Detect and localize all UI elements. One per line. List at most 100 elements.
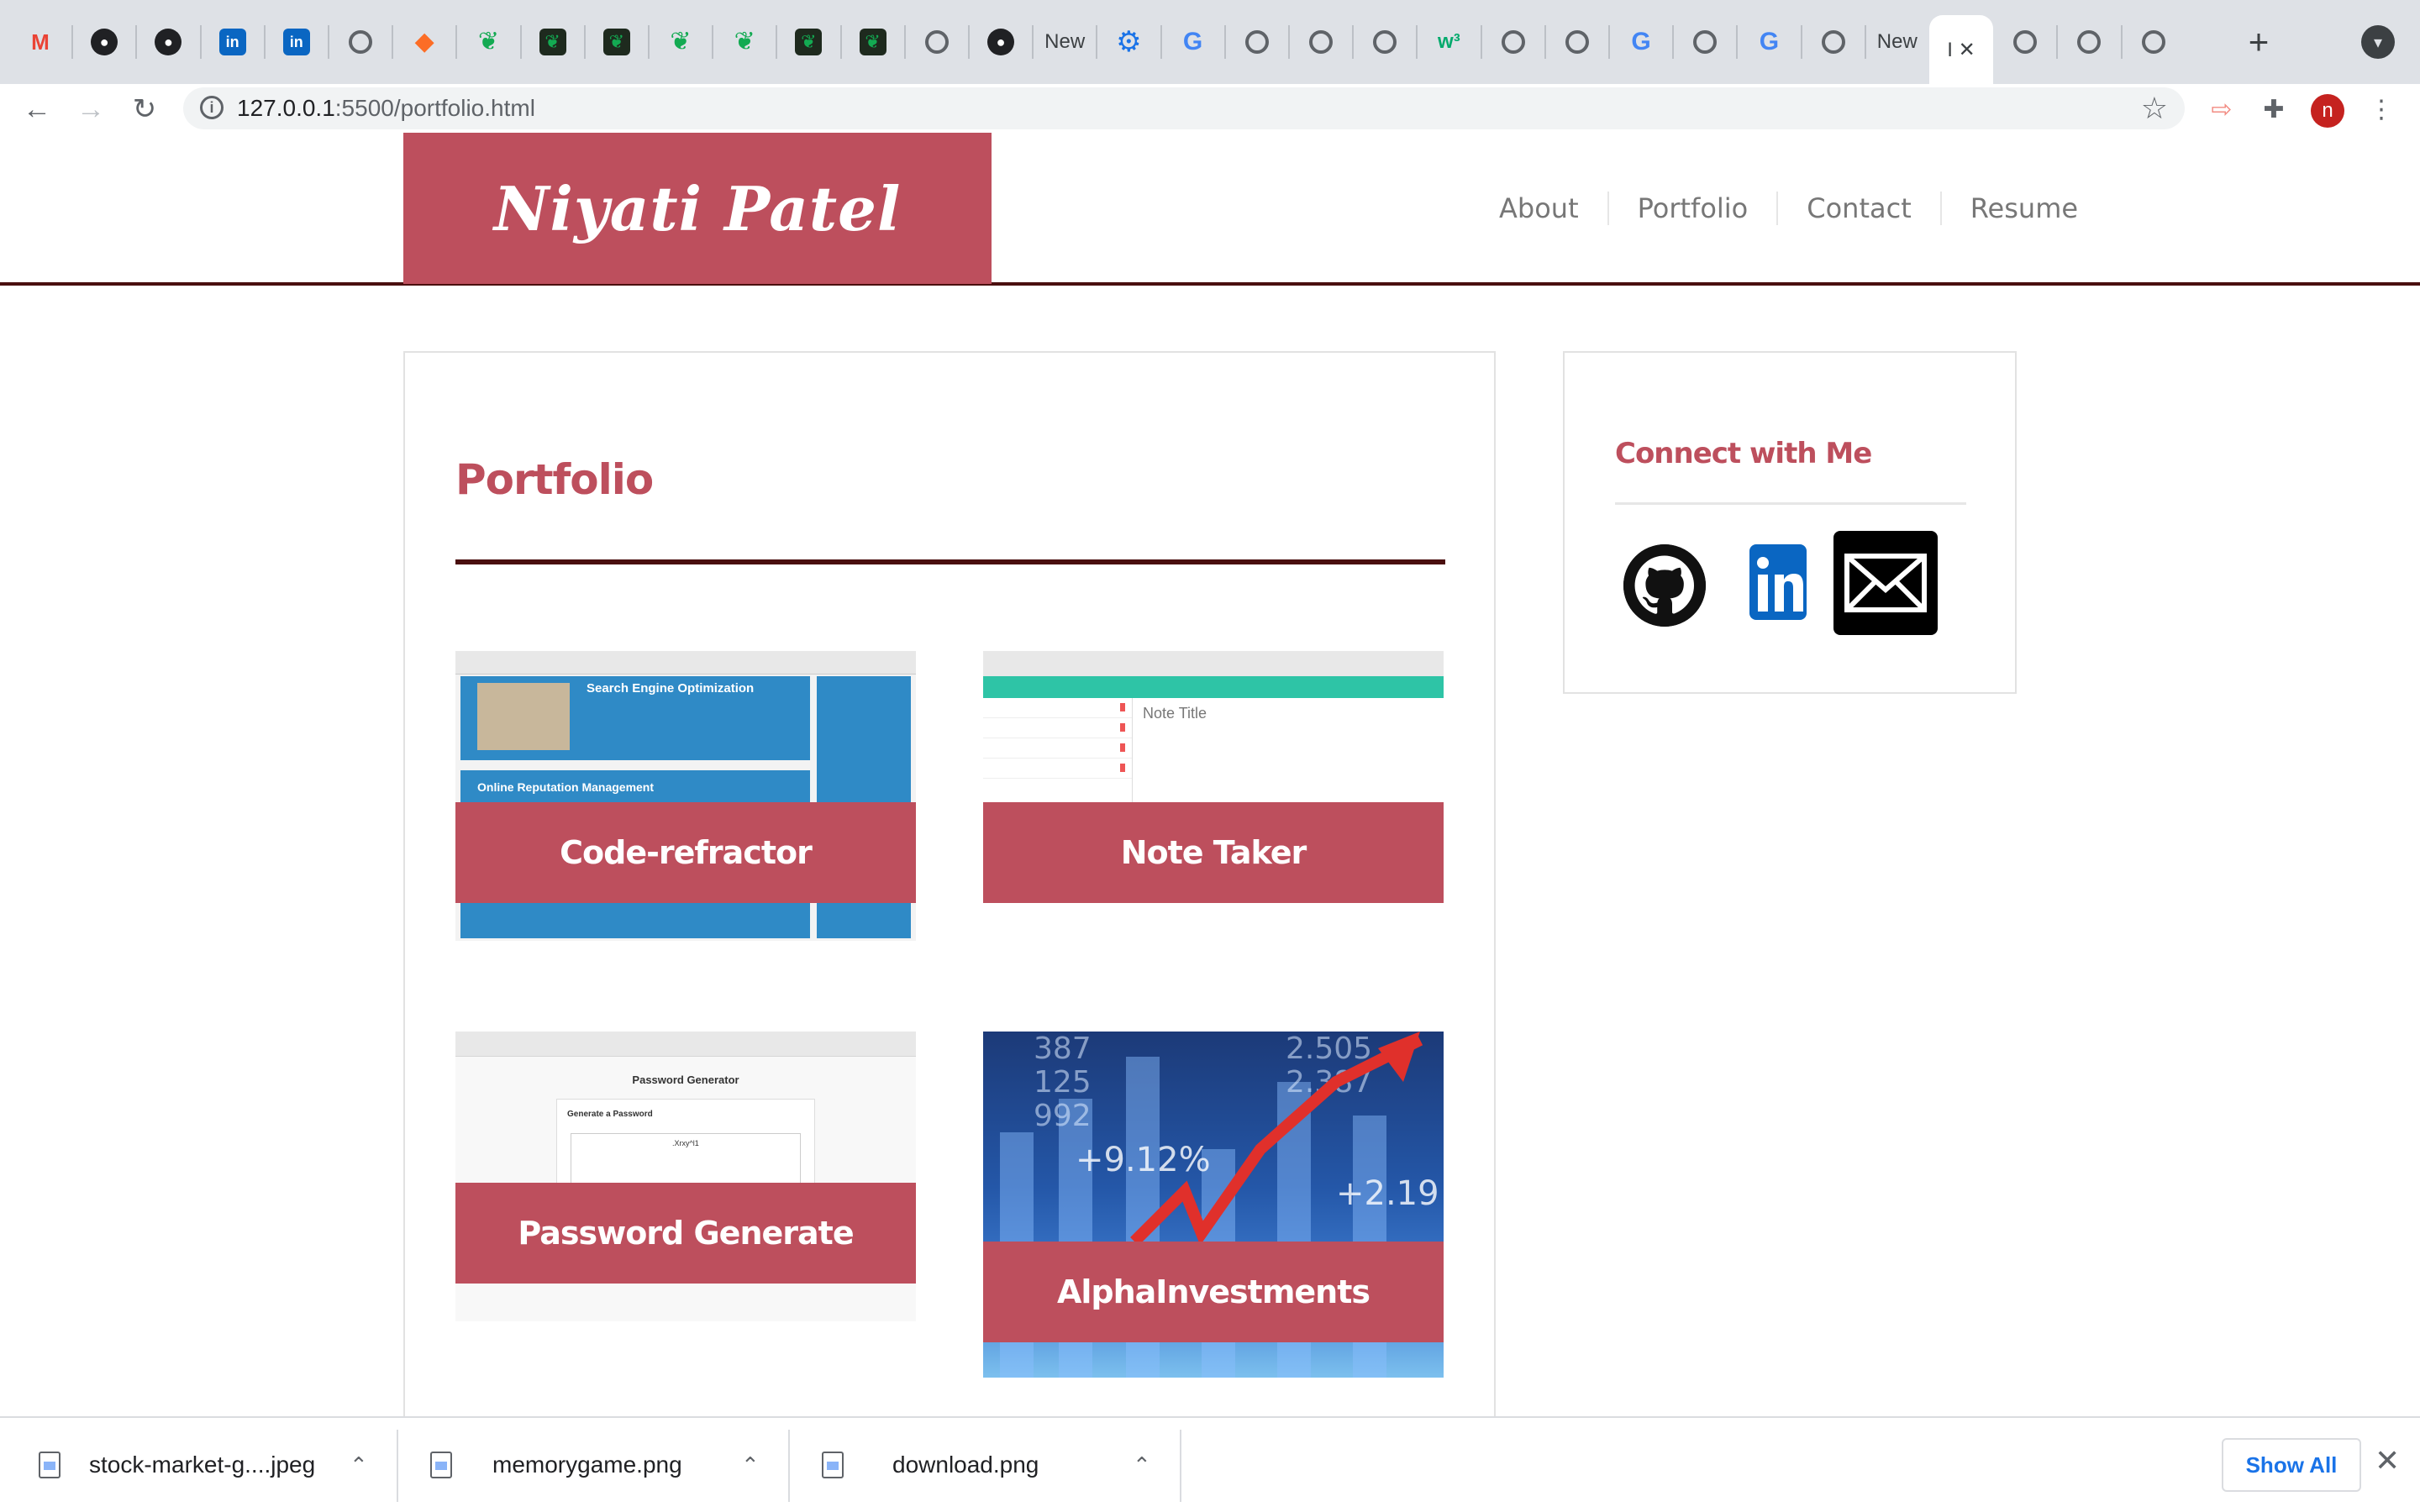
site-info-icon[interactable]: i (200, 96, 224, 119)
browser-tab[interactable] (1993, 10, 2057, 74)
bookmark-star-icon[interactable]: ☆ (2141, 91, 2168, 126)
browser-tab[interactable]: G (1737, 10, 1801, 74)
tab-divider (199, 25, 202, 59)
project-card-alphainvestments[interactable]: 387 125 992 2.505 2.387 +9.12% +2.19 Alp… (983, 1032, 1444, 1378)
close-icon[interactable]: ✕ (2375, 1443, 2400, 1478)
file-icon (39, 1452, 60, 1478)
back-arrow-icon[interactable]: ← (18, 91, 55, 128)
sidebar-divider (1615, 502, 1966, 505)
browser-tab[interactable] (1481, 10, 1545, 74)
main-nav: About Portfolio Contact Resume (1470, 183, 2107, 234)
chevron-up-icon[interactable]: ⌃ (350, 1452, 368, 1478)
site-logo[interactable]: Niyati Patel (403, 133, 992, 284)
forward-arrow-icon[interactable]: → (72, 91, 109, 128)
browser-tab[interactable]: New (1865, 10, 1929, 74)
browser-tab[interactable]: ◆ (392, 10, 456, 74)
github-icon[interactable] (1623, 544, 1706, 627)
browser-tab[interactable]: ⚙ (1097, 10, 1160, 74)
show-all-button[interactable]: Show All (2222, 1438, 2361, 1492)
nav-resume[interactable]: Resume (1939, 192, 2107, 225)
profile-avatar[interactable]: n (2311, 94, 2344, 128)
download-item[interactable]: memorygame.png ⌃ (430, 1418, 766, 1512)
tab-search-icon[interactable]: ▾ (2361, 25, 2395, 59)
browser-tab[interactable] (1225, 10, 1289, 74)
download-filename: download.png (892, 1452, 1039, 1478)
reload-icon[interactable]: ↻ (126, 91, 163, 128)
divider (397, 1430, 398, 1502)
browser-tab[interactable] (2122, 10, 2186, 74)
browser-tab[interactable]: ● (136, 10, 200, 74)
mongodb-dark-icon: ❦ (859, 29, 886, 55)
address-bar[interactable]: i 127.0.0.1:5500/portfolio.html ☆ (183, 87, 2185, 129)
browser-tab[interactable]: ❦ (776, 10, 840, 74)
nav-contact[interactable]: Contact (1776, 192, 1940, 225)
nav-about[interactable]: About (1470, 192, 1607, 225)
globe-icon (1244, 30, 1269, 54)
browser-tab[interactable]: ❦ (649, 10, 713, 74)
browser-tab[interactable] (2057, 10, 2121, 74)
browser-tab[interactable]: ❦ (841, 10, 905, 74)
github-icon: ● (91, 29, 118, 55)
linkedin-mark (1749, 544, 1807, 620)
browser-tab[interactable]: M (8, 10, 72, 74)
browser-tab[interactable]: ❦ (456, 10, 520, 74)
envelope-mark (1844, 554, 1927, 612)
download-item[interactable]: download.png ⌃ (822, 1418, 1158, 1512)
browser-tab[interactable] (1289, 10, 1353, 74)
browser-tab[interactable] (1802, 10, 1865, 74)
tab-divider (1288, 25, 1290, 59)
browser-tab[interactable]: G (1609, 10, 1673, 74)
thumb-navbar (983, 676, 1444, 698)
thumb-title: Password Generator (632, 1074, 739, 1086)
browser-tab[interactable]: G (1161, 10, 1225, 74)
browser-tab[interactable]: ❦ (585, 10, 649, 74)
google-icon: G (1182, 28, 1203, 55)
browser-tab[interactable]: I ✕ (1929, 15, 1993, 84)
project-card-code-refractor[interactable]: Search Engine Optimization Online Reputa… (455, 651, 916, 941)
chevron-up-icon[interactable]: ⌃ (1133, 1452, 1151, 1478)
tab-divider (1032, 25, 1034, 59)
thumb-note-row (983, 698, 1132, 718)
email-icon[interactable] (1833, 531, 1938, 635)
download-item[interactable]: stock-market-g....jpeg ⌃ (39, 1418, 375, 1512)
thumb-browser-bar (455, 651, 916, 675)
tab-divider (135, 25, 138, 59)
chevron-up-icon[interactable]: ⌃ (741, 1452, 760, 1478)
extension-arrow-icon[interactable]: ⇨ (2203, 91, 2240, 128)
thumb-photo (477, 683, 570, 750)
browser-menu-icon[interactable]: ⋮ (2363, 91, 2400, 128)
tab-divider (519, 25, 522, 59)
globe-icon (1373, 30, 1397, 54)
browser-tab[interactable] (1673, 10, 1737, 74)
extensions-puzzle-icon[interactable]: ✚ (2255, 91, 2292, 128)
tab-divider (1544, 25, 1546, 59)
browser-tab[interactable]: ● (969, 10, 1033, 74)
url-host: 127.0.0.1 (237, 95, 335, 121)
project-card-note-taker[interactable]: Note Title Note Taker (983, 651, 1444, 941)
tab-divider (2120, 25, 2123, 59)
tab-title: I ✕ (1947, 38, 1975, 61)
url-text[interactable]: 127.0.0.1:5500/portfolio.html (237, 95, 535, 122)
new-tab-button[interactable]: + (2235, 18, 2282, 66)
browser-tab[interactable]: ❦ (713, 10, 776, 74)
linkedin-icon[interactable] (1749, 544, 1807, 620)
browser-tab[interactable] (1353, 10, 1417, 74)
browser-tab[interactable]: New (1033, 10, 1097, 74)
browser-tab[interactable]: w³ (1417, 10, 1481, 74)
settings-gear-icon: ⚙ (1116, 26, 1142, 58)
tab-divider (1608, 25, 1610, 59)
browser-tab[interactable]: ❦ (521, 10, 585, 74)
browser-tab[interactable]: ● (72, 10, 136, 74)
tab-divider (776, 25, 778, 59)
browser-tab[interactable] (905, 10, 969, 74)
tab-divider (455, 25, 458, 59)
tab-divider (712, 25, 714, 59)
browser-tab[interactable] (1545, 10, 1609, 74)
globe-icon (1309, 30, 1333, 54)
browser-tab[interactable] (329, 10, 392, 74)
project-card-password-generator[interactable]: Password Generator Generate a Password .… (455, 1032, 916, 1321)
nav-portfolio[interactable]: Portfolio (1607, 192, 1777, 225)
browser-tab[interactable]: in (201, 10, 265, 74)
sidebar-title: Connect with Me (1615, 437, 1872, 470)
browser-tab[interactable]: in (265, 10, 329, 74)
